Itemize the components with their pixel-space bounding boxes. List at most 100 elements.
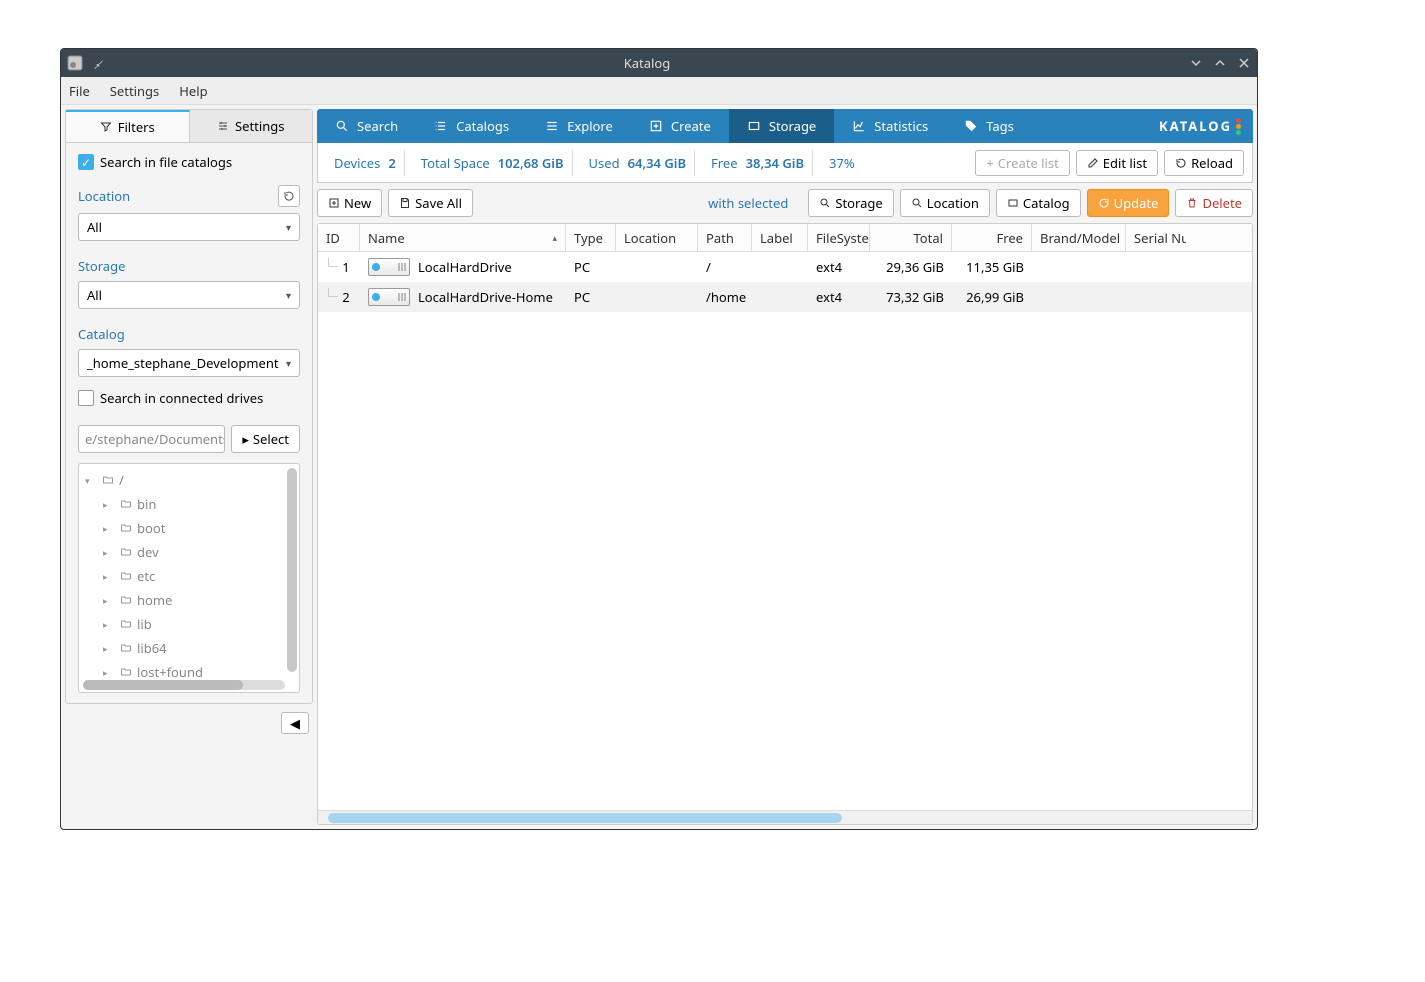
main-area: Search Catalogs Explore Create Storage S… xyxy=(317,109,1253,825)
sidetab-settings[interactable]: Settings xyxy=(190,110,313,142)
path-input[interactable]: e/stephane/Documents xyxy=(78,425,225,453)
edit-icon xyxy=(1087,157,1099,169)
maximize-icon[interactable] xyxy=(1213,56,1227,70)
titlebar: Katalog xyxy=(61,49,1257,77)
table-header: ID Name▴ Type Location Path Label FileSy… xyxy=(318,224,1252,252)
storage-label: Storage xyxy=(78,257,125,275)
plus-icon xyxy=(328,197,340,209)
location-select[interactable]: All▾ xyxy=(78,213,300,241)
plus-icon: + xyxy=(986,154,993,172)
catalog-icon xyxy=(1007,197,1019,209)
search-catalogs-checkbox[interactable]: ✓ xyxy=(78,154,94,170)
table-row[interactable]: 2 LocalHardDrive-Home PC /home ext4 73,3… xyxy=(318,282,1252,312)
reset-location-button[interactable] xyxy=(278,185,300,207)
stats-bar: Devices2 Total Space102,68 GiB Used64,34… xyxy=(317,143,1253,183)
table-hscroll[interactable] xyxy=(318,810,1252,824)
th-location[interactable]: Location xyxy=(616,224,698,251)
search-drives-checkbox[interactable] xyxy=(78,390,94,406)
menu-file[interactable]: File xyxy=(69,82,90,100)
tree-item[interactable]: ▸lib xyxy=(85,612,293,636)
tree-item[interactable]: ▸bin xyxy=(85,492,293,516)
new-button[interactable]: New xyxy=(317,189,382,217)
save-icon xyxy=(399,197,411,209)
trash-icon xyxy=(1186,197,1198,209)
search-drives-label: Search in connected drives xyxy=(100,389,263,407)
table-row[interactable]: 1 LocalHardDrive PC / ext4 29,36 GiB 11,… xyxy=(318,252,1252,282)
filter-icon xyxy=(100,121,112,133)
sort-asc-icon: ▴ xyxy=(552,231,557,244)
tag-icon xyxy=(964,119,978,133)
tab-explore[interactable]: Explore xyxy=(527,109,631,143)
tree-vscroll[interactable] xyxy=(287,468,297,672)
search-icon xyxy=(819,197,831,209)
tree-item[interactable]: ▸dev xyxy=(85,540,293,564)
th-total[interactable]: Total xyxy=(870,224,952,251)
drive-icon xyxy=(368,288,410,306)
catalog-select[interactable]: _home_stephane_Development▾ xyxy=(78,349,300,377)
menu-help[interactable]: Help xyxy=(179,82,207,100)
toolbar: New Save All with selected Storage Locat… xyxy=(317,183,1253,223)
location-button[interactable]: Location xyxy=(900,189,990,217)
th-name[interactable]: Name▴ xyxy=(360,224,566,251)
sidetab-filters[interactable]: Filters xyxy=(66,110,190,142)
th-filesystem[interactable]: FileSystem xyxy=(808,224,870,251)
catalog-button[interactable]: Catalog xyxy=(996,189,1081,217)
tab-tags[interactable]: Tags xyxy=(946,109,1032,143)
th-serial[interactable]: Serial Nur xyxy=(1126,224,1186,251)
tree-item[interactable]: ▸lib64 xyxy=(85,636,293,660)
tab-storage[interactable]: Storage xyxy=(729,109,834,143)
tab-search[interactable]: Search xyxy=(317,109,416,143)
explore-icon xyxy=(545,119,559,133)
catalog-label: Catalog xyxy=(78,325,125,343)
sliders-icon xyxy=(217,120,229,132)
search-icon xyxy=(911,197,923,209)
pin-icon[interactable] xyxy=(91,56,105,70)
th-id[interactable]: ID xyxy=(318,224,360,251)
tree-hscroll[interactable] xyxy=(83,680,285,690)
menu-settings[interactable]: Settings xyxy=(110,82,159,100)
save-all-button[interactable]: Save All xyxy=(388,189,473,217)
play-icon: ▸ xyxy=(242,430,249,448)
menubar: File Settings Help xyxy=(61,77,1257,105)
tree-item[interactable]: ▸home xyxy=(85,588,293,612)
location-label: Location xyxy=(78,187,130,205)
update-button[interactable]: Update xyxy=(1087,189,1170,217)
chevron-left-icon: ◀ xyxy=(290,714,300,732)
collapse-sidebar-button[interactable]: ◀ xyxy=(281,712,309,734)
main-tabs: Search Catalogs Explore Create Storage S… xyxy=(317,109,1253,143)
reset-icon xyxy=(283,190,295,202)
reload-button[interactable]: Reload xyxy=(1164,150,1244,176)
with-selected-label: with selected xyxy=(708,194,788,212)
storage-icon xyxy=(747,119,761,133)
th-label[interactable]: Label xyxy=(752,224,808,251)
drive-icon xyxy=(368,258,410,276)
th-free[interactable]: Free xyxy=(952,224,1032,251)
refresh-icon xyxy=(1098,197,1110,209)
select-button[interactable]: ▸ Select xyxy=(231,425,300,453)
storage-button[interactable]: Storage xyxy=(808,189,893,217)
close-icon[interactable] xyxy=(1237,56,1251,70)
th-brand[interactable]: Brand/Model xyxy=(1032,224,1126,251)
minimize-icon[interactable] xyxy=(1189,56,1203,70)
search-icon xyxy=(335,119,349,133)
tab-catalogs[interactable]: Catalogs xyxy=(416,109,527,143)
tree-item[interactable]: ▸boot xyxy=(85,516,293,540)
brand-logo: KATALOG xyxy=(1147,109,1253,143)
tree-root[interactable]: ▾/ xyxy=(85,468,293,492)
storage-select[interactable]: All▾ xyxy=(78,281,300,309)
tab-create[interactable]: Create xyxy=(631,109,729,143)
edit-list-button[interactable]: Edit list xyxy=(1076,150,1158,176)
tree-item[interactable]: ▸etc xyxy=(85,564,293,588)
storage-table: ID Name▴ Type Location Path Label FileSy… xyxy=(317,223,1253,825)
list-icon xyxy=(434,119,448,133)
folder-tree[interactable]: ▾/▸bin▸boot▸dev▸etc▸home▸lib▸lib64▸lost+… xyxy=(78,463,300,693)
th-type[interactable]: Type xyxy=(566,224,616,251)
tab-statistics[interactable]: Statistics xyxy=(834,109,946,143)
window-title: Katalog xyxy=(105,54,1189,72)
create-list-button[interactable]: +Create list xyxy=(975,150,1069,176)
chart-icon xyxy=(852,119,866,133)
app-window: Katalog File Settings Help Filters Setti… xyxy=(60,48,1258,830)
side-panel: Filters Settings ✓ Search in file catalo… xyxy=(65,109,313,704)
th-path[interactable]: Path xyxy=(698,224,752,251)
delete-button[interactable]: Delete xyxy=(1175,189,1253,217)
